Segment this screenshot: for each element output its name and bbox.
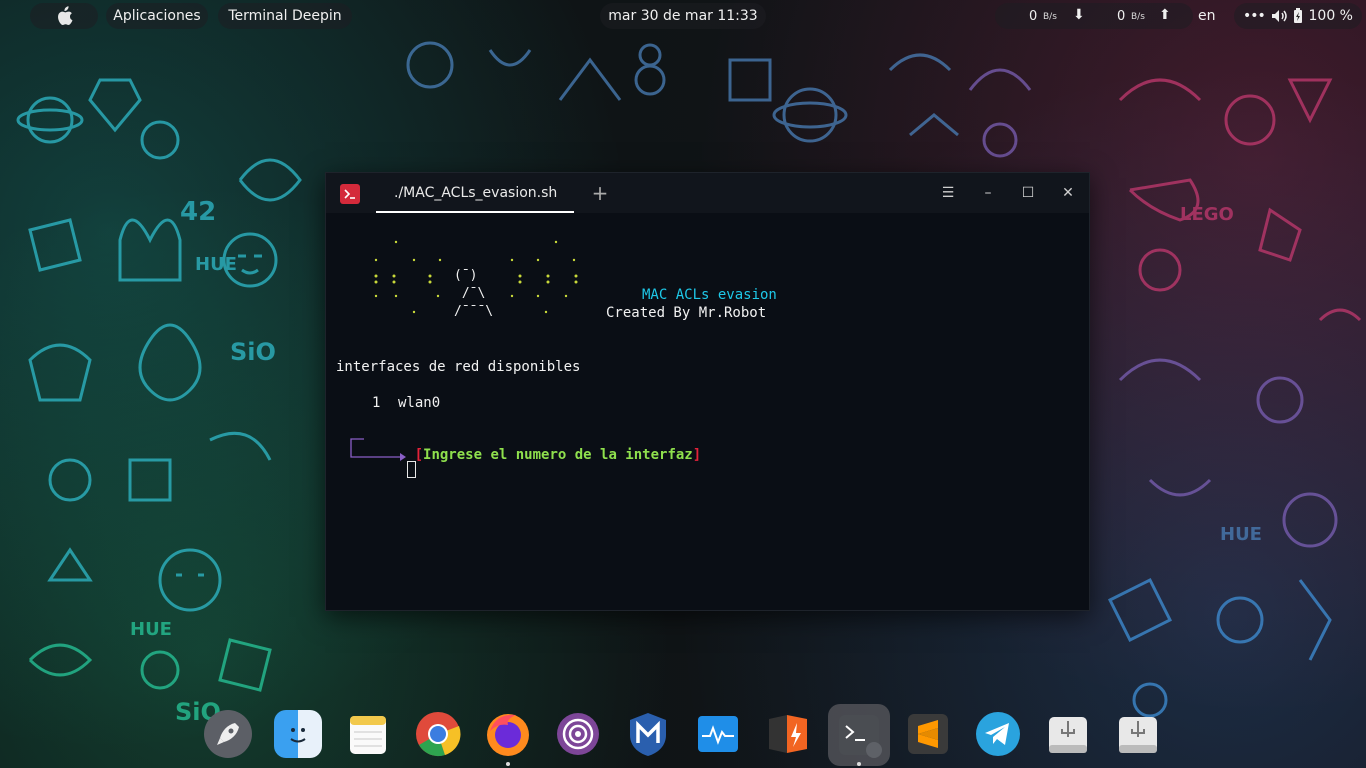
network-speed-indicator[interactable]: 0 B/s ⬇ 0 B/s ⬆ <box>995 3 1193 29</box>
banner-author: Created By Mr.Robot <box>606 305 767 321</box>
terminal-output[interactable]: (¯) /¯\ /¯¯¯\ MAC ACLs evasion Created B… <box>326 213 1089 610</box>
volume-icon[interactable] <box>1271 9 1287 23</box>
banner-title: MAC ACLs evasion <box>642 287 777 303</box>
menu-hamburger-icon[interactable]: ☰ <box>938 183 958 203</box>
wallpaper-doodles-left: 42 HUE SiO HUE SiO <box>16 78 302 726</box>
usb-drive-icon[interactable] <box>1044 710 1092 758</box>
svg-text:HUE: HUE <box>195 254 237 275</box>
system-monitor-icon[interactable] <box>694 710 742 758</box>
ascii-art-figure: (¯) /¯\ /¯¯¯\ <box>454 268 494 319</box>
apple-icon <box>58 6 73 26</box>
tab-mac-acls-evasion[interactable]: ./MAC_ACLs_evasion.sh <box>376 173 574 213</box>
minimize-button[interactable]: – <box>978 183 998 203</box>
metasploit-icon[interactable] <box>624 710 672 758</box>
interfaces-heading: interfaces de red disponibles <box>336 359 581 375</box>
notes-icon[interactable] <box>344 710 392 758</box>
download-speed-unit: B/s <box>1043 12 1057 22</box>
chrome-icon[interactable] <box>414 710 462 758</box>
prompt-close-bracket: ] <box>692 447 702 463</box>
text-cursor <box>407 461 416 478</box>
keyboard-layout-indicator[interactable]: en <box>1198 8 1216 24</box>
tab-label: ./MAC_ACLs_evasion.sh <box>394 185 558 201</box>
terminal-app-icon <box>340 184 360 204</box>
battery-icon[interactable] <box>1293 8 1303 24</box>
running-indicator <box>506 762 510 766</box>
upload-speed-value: 0 <box>1117 8 1126 24</box>
system-tray: ••• 100 % <box>1234 3 1362 29</box>
upload-speed-unit: B/s <box>1131 12 1145 22</box>
svg-text:HUE: HUE <box>130 619 172 640</box>
svg-text:LEGO: LEGO <box>1180 204 1234 225</box>
close-button[interactable]: ✕ <box>1058 183 1078 203</box>
interface-name: wlan0 <box>398 395 441 411</box>
more-dots-icon[interactable]: ••• <box>1243 8 1266 24</box>
active-window-title[interactable]: Terminal Deepin <box>218 3 352 29</box>
svg-text:HUE: HUE <box>1220 524 1262 545</box>
terminal-window: ./MAC_ACLs_evasion.sh + ☰ – ☐ ✕ (¯) /¯\ … <box>325 172 1090 611</box>
new-tab-plus-icon[interactable]: + <box>590 181 610 205</box>
download-speed-value: 0 <box>1029 8 1038 24</box>
sublime-text-icon[interactable] <box>904 710 952 758</box>
tor-browser-icon[interactable] <box>554 710 602 758</box>
terminal-titlebar[interactable]: ./MAC_ACLs_evasion.sh + ☰ – ☐ ✕ <box>326 173 1089 213</box>
telegram-icon[interactable] <box>974 710 1022 758</box>
launcher-icon[interactable] <box>204 710 252 758</box>
maximize-button[interactable]: ☐ <box>1018 183 1038 203</box>
download-arrow-icon: ⬇ <box>1073 7 1085 23</box>
prompt-text: Ingrese el numero de la interfaz <box>423 447 693 463</box>
firefox-icon[interactable] <box>484 710 532 758</box>
apple-menu-button[interactable] <box>30 3 98 29</box>
wallpaper-doodles-top <box>406 41 1032 158</box>
svg-text:42: 42 <box>180 197 216 227</box>
battery-percentage: 100 % <box>1308 8 1353 24</box>
finder-icon[interactable] <box>274 710 322 758</box>
upload-arrow-icon: ⬆ <box>1159 7 1171 23</box>
interface-index: 1 <box>372 395 381 411</box>
burpsuite-icon[interactable] <box>764 710 812 758</box>
usb-drive-icon[interactable] <box>1114 710 1162 758</box>
svg-text:SiO: SiO <box>230 338 276 366</box>
running-indicator <box>857 762 861 766</box>
applications-menu[interactable]: Aplicaciones <box>106 3 208 29</box>
clock[interactable]: mar 30 de mar 11:33 <box>600 3 766 29</box>
wallpaper-doodles-right: LEGO HUE <box>1107 78 1362 718</box>
terminal-icon[interactable] <box>828 704 890 766</box>
